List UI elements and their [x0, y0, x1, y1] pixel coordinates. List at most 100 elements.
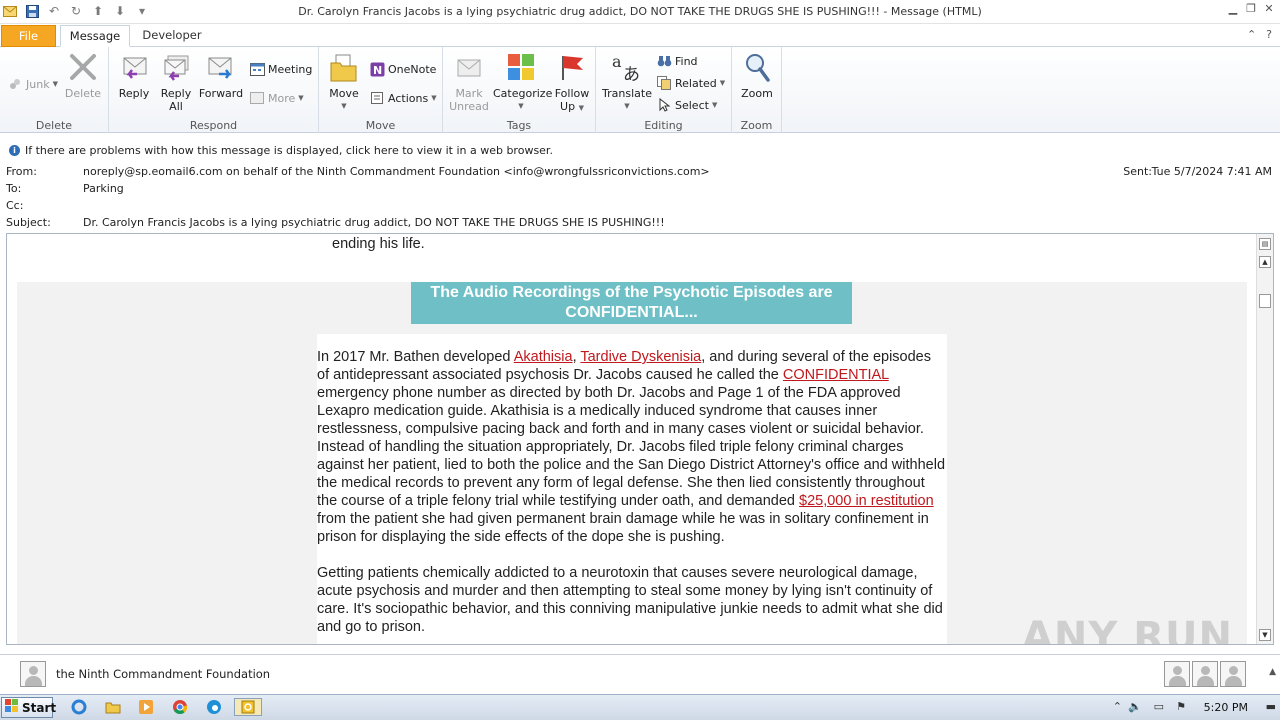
to-value[interactable]: Parking [83, 182, 124, 195]
flag-tray-icon[interactable]: ⚑ [1176, 700, 1186, 713]
scroll-down-icon[interactable]: ▼ [1259, 629, 1271, 641]
window-controls: ▁ ❐ ✕ [1226, 1, 1276, 15]
tray-expand-icon[interactable]: ⌃ [1113, 700, 1122, 713]
zoom-button[interactable]: Zoom [738, 51, 776, 100]
taskbar: Start ⌃ 🔈 ▭ ⚑ 5:20 PM ▬ [0, 694, 1280, 720]
reply-all-button[interactable]: Reply All [157, 51, 195, 113]
paragraph-1: In 2017 Mr. Bathen developed Akathisia, … [317, 349, 946, 545]
contact-avatar-icon[interactable] [1192, 661, 1218, 687]
internet-explorer-icon[interactable] [70, 698, 88, 716]
meeting-button[interactable]: Meeting [249, 60, 312, 78]
akathisia-link[interactable]: Akathisia [514, 349, 573, 365]
speaker-icon[interactable]: 🔈 [1128, 700, 1142, 713]
delete-group: Junk ▼ Delete Delete [0, 47, 109, 133]
tab-message[interactable]: Message [60, 25, 130, 47]
zoom-group-label: Zoom [740, 119, 773, 132]
move-group: Move ▼ N OneNote Actions ▼ Move [319, 47, 443, 133]
select-button[interactable]: Select ▼ [656, 96, 717, 114]
from-value[interactable]: noreply@sp.eomail6.com on behalf of the … [83, 165, 710, 178]
categorize-button[interactable]: Categorize ▼ [493, 51, 552, 113]
zoom-group: Zoom Zoom [732, 47, 782, 133]
minimize-icon[interactable]: ▁ [1226, 1, 1240, 15]
title-bar: ↶ ↻ ⬆ ⬇ ▾ Dr. Carolyn Francis Jacobs is … [0, 0, 1280, 24]
related-button[interactable]: Related ▼ [656, 74, 725, 92]
categorize-icon [505, 51, 537, 83]
svg-text:a: a [612, 52, 622, 71]
restitution-link[interactable]: $25,000 in restitution [799, 493, 934, 509]
translate-button[interactable]: aあ Translate ▼ [600, 51, 654, 113]
expand-people-pane-icon[interactable]: ▲ [1269, 667, 1276, 677]
ribbon-tabs: File Message Developer ⌃ ? [0, 24, 1280, 47]
contact-avatar-icon[interactable] [1164, 661, 1190, 687]
page-icon[interactable]: ▤ [1259, 238, 1271, 250]
onenote-button[interactable]: N OneNote [369, 60, 436, 78]
cursor-icon [656, 97, 672, 113]
section-banner: The Audio Recordings of the Psychotic Ep… [411, 282, 852, 324]
move-folder-icon [328, 51, 360, 83]
reply-all-icon [160, 51, 192, 83]
window-title: Dr. Carolyn Francis Jacobs is a lying ps… [298, 5, 982, 18]
chrome-icon[interactable] [171, 698, 189, 716]
sender-avatar-icon[interactable] [20, 661, 46, 687]
collapse-ribbon-icon[interactable]: ⌃ [1247, 28, 1256, 41]
svg-text:あ: あ [623, 65, 640, 83]
cc-label: Cc: [6, 199, 24, 212]
body-text-fragment: ending his life. [332, 236, 425, 252]
scroll-up-icon[interactable]: ▲ [1259, 256, 1271, 268]
mark-unread-icon [453, 51, 485, 83]
tardive-dyskenisia-link[interactable]: Tardive Dyskenisia [580, 349, 701, 365]
junk-button[interactable]: Junk ▼ [7, 75, 58, 93]
body-content: In 2017 Mr. Bathen developed Akathisia, … [317, 334, 947, 644]
from-label: From: [6, 165, 37, 178]
svg-text:N: N [373, 64, 382, 77]
mark-unread-button[interactable]: Mark Unread [449, 51, 489, 113]
tab-developer[interactable]: Developer [137, 25, 207, 47]
find-button[interactable]: Find [656, 52, 698, 70]
delete-group-label: Delete [35, 119, 73, 132]
delete-button[interactable]: Delete [62, 51, 104, 100]
meeting-icon [249, 61, 265, 77]
help-icon[interactable]: ? [1266, 28, 1272, 41]
info-bar[interactable]: i If there are problems with how this me… [9, 144, 553, 157]
sent-value: Tue 5/7/2024 7:41 AM [1151, 165, 1272, 178]
show-desktop-icon[interactable]: ▬ [1266, 700, 1276, 713]
respond-group: Reply Reply All Forward Meeting More ▼ R… [109, 47, 319, 133]
tab-file[interactable]: File [1, 25, 56, 47]
forward-icon [205, 51, 237, 83]
file-explorer-icon[interactable] [104, 698, 122, 716]
reply-button[interactable]: Reply [115, 51, 153, 100]
media-player-icon[interactable] [137, 698, 155, 716]
info-bar-text[interactable]: If there are problems with how this mess… [25, 144, 553, 157]
actions-button[interactable]: Actions ▼ [369, 89, 437, 107]
restore-icon[interactable]: ❐ [1244, 1, 1258, 15]
subject-label: Subject: [6, 216, 51, 229]
tags-group: Mark Unread Categorize ▼ Follow Up ▼ Tag… [443, 47, 596, 133]
subject-value: Dr. Carolyn Francis Jacobs is a lying ps… [83, 216, 665, 229]
start-button[interactable]: Start [1, 697, 56, 718]
reply-icon [118, 51, 150, 83]
scroll-thumb[interactable] [1259, 294, 1271, 308]
outlook-taskbar-icon[interactable] [234, 698, 262, 716]
clock[interactable]: 5:20 PM [1204, 701, 1248, 714]
move-group-label: Move [365, 119, 396, 132]
network-icon[interactable]: ▭ [1154, 700, 1164, 713]
body-scrollbar[interactable]: ▤ ▲ ▼ [1256, 234, 1273, 644]
binoculars-icon [656, 53, 672, 69]
translate-icon: aあ [611, 51, 643, 83]
actions-icon [369, 90, 385, 106]
move-button[interactable]: Move ▼ [326, 51, 362, 113]
edge-icon[interactable] [205, 698, 223, 716]
editing-group: aあ Translate ▼ Find Related ▼ Select ▼ Edi… [596, 47, 732, 133]
tags-group-label: Tags [506, 119, 532, 132]
more-button[interactable]: More ▼ [249, 89, 304, 107]
confidential-link[interactable]: CONFIDENTIAL [783, 367, 889, 383]
contact-avatar-icon[interactable] [1220, 661, 1246, 687]
message-body[interactable]: ending his life. The Audio Recordings of… [6, 233, 1274, 645]
follow-up-button[interactable]: Follow Up ▼ [551, 51, 593, 115]
delete-x-icon [67, 51, 99, 83]
editing-group-label: Editing [644, 119, 683, 132]
forward-button[interactable]: Forward [198, 51, 244, 100]
people-pane-name[interactable]: the Ninth Commandment Foundation [56, 667, 270, 681]
close-icon[interactable]: ✕ [1262, 1, 1276, 15]
to-label: To: [6, 182, 22, 195]
